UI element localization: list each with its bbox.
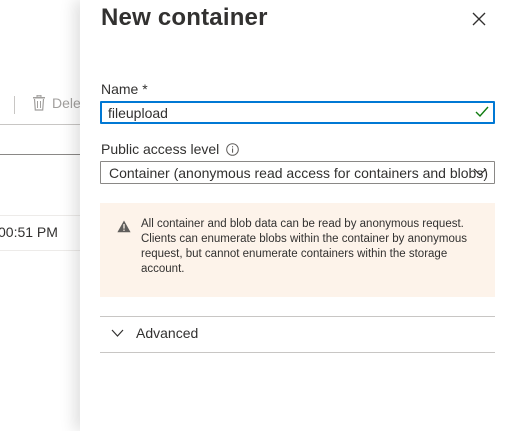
name-label: Name * bbox=[101, 81, 148, 97]
name-field[interactable] bbox=[100, 101, 495, 124]
warning-message: All container and blob data can be read … bbox=[100, 203, 495, 297]
trash-icon bbox=[33, 95, 45, 111]
new-container-panel: New container Name * Public access level… bbox=[80, 0, 507, 431]
search-field-border bbox=[0, 154, 90, 155]
divider bbox=[0, 124, 90, 125]
check-icon bbox=[475, 106, 489, 118]
info-icon[interactable] bbox=[226, 142, 240, 156]
toolbar-separator bbox=[14, 96, 15, 114]
row-modified-time: 00:51 PM bbox=[0, 224, 58, 240]
access-level-label: Public access level bbox=[101, 141, 240, 157]
row-divider bbox=[0, 250, 90, 251]
row-divider bbox=[0, 215, 90, 216]
background-blade: Dele 00:51 PM bbox=[0, 0, 90, 431]
access-level-label-text: Public access level bbox=[101, 141, 220, 157]
delete-label: Dele bbox=[52, 95, 81, 111]
advanced-section-toggle[interactable]: Advanced bbox=[111, 325, 198, 341]
warning-text: All container and blob data can be read … bbox=[141, 218, 468, 275]
warning-icon bbox=[117, 220, 131, 233]
access-level-dropdown[interactable]: Container (anonymous read access for con… bbox=[100, 161, 495, 184]
advanced-label: Advanced bbox=[136, 325, 199, 341]
name-input[interactable] bbox=[102, 104, 468, 121]
divider bbox=[100, 316, 495, 317]
access-level-value: Container (anonymous read access for con… bbox=[109, 164, 488, 181]
panel-title: New container bbox=[101, 4, 268, 31]
chevron-down-icon bbox=[473, 167, 487, 177]
close-button[interactable] bbox=[468, 8, 490, 30]
chevron-down-icon bbox=[111, 329, 124, 337]
divider bbox=[100, 352, 495, 353]
close-icon bbox=[472, 12, 486, 26]
delete-button[interactable]: Dele bbox=[32, 95, 81, 111]
